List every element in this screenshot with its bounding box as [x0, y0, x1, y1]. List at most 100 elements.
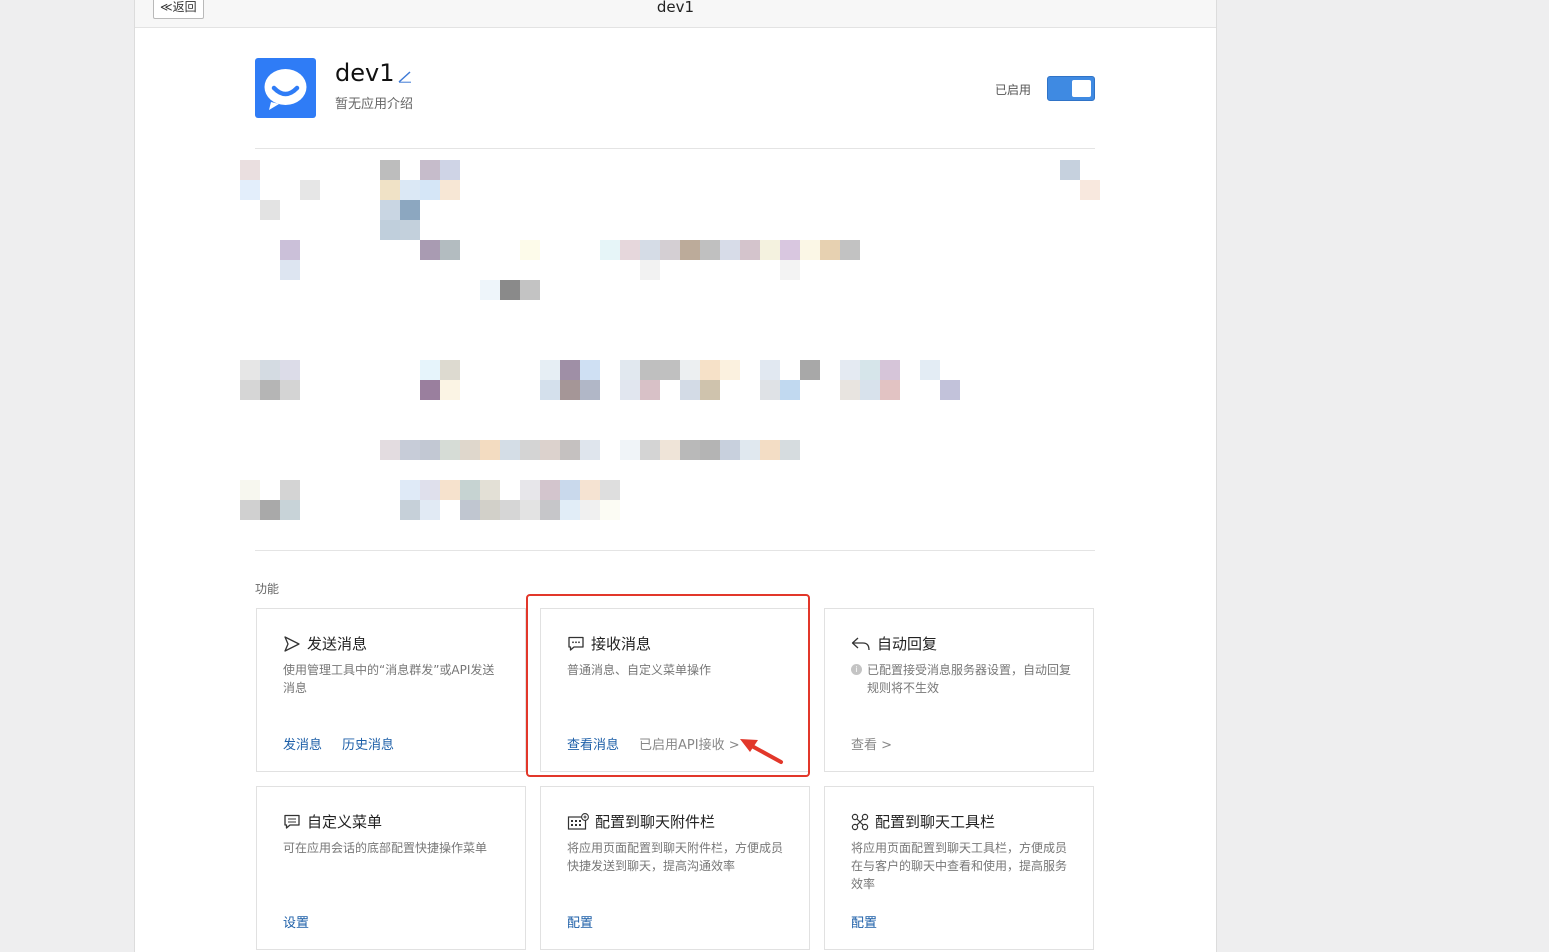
- redaction-pixel: [380, 180, 400, 200]
- redaction-pixel: [660, 440, 680, 460]
- menu-icon: [284, 814, 300, 829]
- redaction-pixel: [820, 240, 840, 260]
- redaction-pixel: [740, 440, 760, 460]
- section-label: 功能: [255, 582, 280, 596]
- redaction-pixel: [640, 380, 660, 400]
- redaction-pixel: [500, 500, 520, 520]
- redaction-pixel: [1060, 160, 1080, 180]
- redaction-pixel: [640, 240, 660, 260]
- api-receive-enabled-link[interactable]: 已启用API接收 >: [639, 734, 740, 753]
- redaction-pixel: [680, 440, 700, 460]
- redaction-pixel: [400, 440, 420, 460]
- redaction-pixel: [440, 380, 460, 400]
- redaction-pixel: [280, 380, 300, 400]
- view-auto-reply-link[interactable]: 查看 >: [851, 734, 892, 753]
- redaction-pixel: [440, 180, 460, 200]
- redaction-pixel: [420, 440, 440, 460]
- redaction-pixel: [600, 480, 620, 500]
- card-description: 普通消息、自定义菜单操作: [567, 663, 712, 677]
- redaction-pixel: [480, 440, 500, 460]
- app-name: dev1: [335, 59, 395, 87]
- redaction-pixel: [600, 500, 620, 520]
- redaction-pixel: [260, 500, 280, 520]
- toggle-knob: [1072, 80, 1091, 97]
- configure-toolbar-link[interactable]: 配置: [851, 912, 877, 931]
- redaction-pixel: [840, 240, 860, 260]
- redaction-pixel: [620, 360, 640, 380]
- card-description-text: 已配置接受消息服务器设置，自动回复规则将不生效: [867, 663, 1072, 695]
- redaction-pixel: [860, 380, 880, 400]
- card-title: 自定义菜单: [307, 813, 383, 831]
- redaction-pixel: [440, 360, 460, 380]
- enable-toggle[interactable]: [1047, 76, 1095, 101]
- redaction-pixel: [720, 440, 740, 460]
- redaction-pixel: [280, 360, 300, 380]
- card-auto-reply: 自动回复 i 已配置接受消息服务器设置，自动回复规则将不生效 查看 >: [824, 608, 1094, 772]
- card-title: 发送消息: [307, 635, 368, 653]
- app-logo-icon: [255, 58, 316, 118]
- page-title: dev1: [656, 0, 695, 16]
- redaction-pixel: [460, 500, 480, 520]
- redaction-pixel: [460, 440, 480, 460]
- card-chat-attachment-bar: 配置到聊天附件栏 将应用页面配置到聊天附件栏，方便成员快捷发送到聊天，提高沟通效…: [540, 786, 810, 950]
- send-message-link[interactable]: 发消息: [283, 734, 322, 753]
- redaction-pixel: [420, 160, 440, 180]
- info-icon: i: [851, 664, 862, 675]
- redaction-pixel: [260, 380, 280, 400]
- redaction-pixel: [420, 380, 440, 400]
- redaction-pixel: [440, 480, 460, 500]
- redaction-pixel: [680, 380, 700, 400]
- redaction-pixel: [520, 280, 540, 300]
- redaction-pixel: [680, 360, 700, 380]
- redaction-pixel: [260, 360, 280, 380]
- redaction-pixel: [740, 240, 760, 260]
- main-panel: ≪返回 dev1 dev1 暂无应用介绍 已启用 功能 发送消息 使用管理工具中…: [134, 0, 1217, 952]
- card-chat-toolbar: 配置到聊天工具栏 将应用页面配置到聊天工具栏，方便成员在与客户的聊天中查看和使用…: [824, 786, 1094, 950]
- redaction-pixel: [940, 380, 960, 400]
- redaction-pixel: [300, 180, 320, 200]
- redaction-pixel: [240, 500, 260, 520]
- redaction-pixel: [500, 440, 520, 460]
- redaction-pixel: [580, 480, 600, 500]
- redaction-pixel: [540, 380, 560, 400]
- redaction-pixel: [760, 240, 780, 260]
- configure-attachment-link[interactable]: 配置: [567, 912, 593, 931]
- redaction-pixel: [580, 440, 600, 460]
- card-custom-menu: 自定义菜单 可在应用会话的底部配置快捷操作菜单 设置: [256, 786, 526, 950]
- redaction-pixel: [240, 180, 260, 200]
- redaction-pixel: [260, 200, 280, 220]
- reply-icon: [851, 637, 870, 650]
- redaction-pixel: [540, 480, 560, 500]
- status-label: 已启用: [995, 83, 1032, 97]
- attachment-bar-icon: [567, 812, 589, 830]
- redaction-pixel: [760, 380, 780, 400]
- redaction-pixel: [620, 440, 640, 460]
- toolbar-icon: [851, 813, 869, 830]
- divider: [255, 550, 1095, 551]
- redaction-pixel: [540, 440, 560, 460]
- view-messages-link[interactable]: 查看消息: [567, 734, 619, 753]
- redaction-pixel: [380, 440, 400, 460]
- redaction-pixel: [840, 360, 860, 380]
- history-message-link[interactable]: 历史消息: [342, 734, 394, 753]
- card-send-message: 发送消息 使用管理工具中的“消息群发”或API发送消息 发消息 历史消息: [256, 608, 526, 772]
- chat-bubble-icon: [568, 636, 584, 651]
- redaction-pixel: [280, 480, 300, 500]
- redaction-pixel: [800, 240, 820, 260]
- redaction-pixel: [620, 380, 640, 400]
- redaction-pixel: [840, 380, 860, 400]
- redaction-pixel: [700, 380, 720, 400]
- top-bar: ≪返回 dev1: [135, 0, 1216, 28]
- redaction-pixel: [540, 500, 560, 520]
- card-title: 配置到聊天工具栏: [875, 813, 996, 831]
- redaction-pixel: [280, 500, 300, 520]
- card-title: 接收消息: [591, 635, 652, 653]
- menu-settings-link[interactable]: 设置: [283, 912, 309, 931]
- edit-pencil-icon[interactable]: [398, 68, 412, 87]
- redaction-pixel: [720, 240, 740, 260]
- redaction-pixel: [400, 480, 420, 500]
- redaction-pixel: [240, 480, 260, 500]
- redaction-pixel: [240, 160, 260, 180]
- redaction-pixel: [780, 260, 800, 280]
- redaction-pixel: [860, 360, 880, 380]
